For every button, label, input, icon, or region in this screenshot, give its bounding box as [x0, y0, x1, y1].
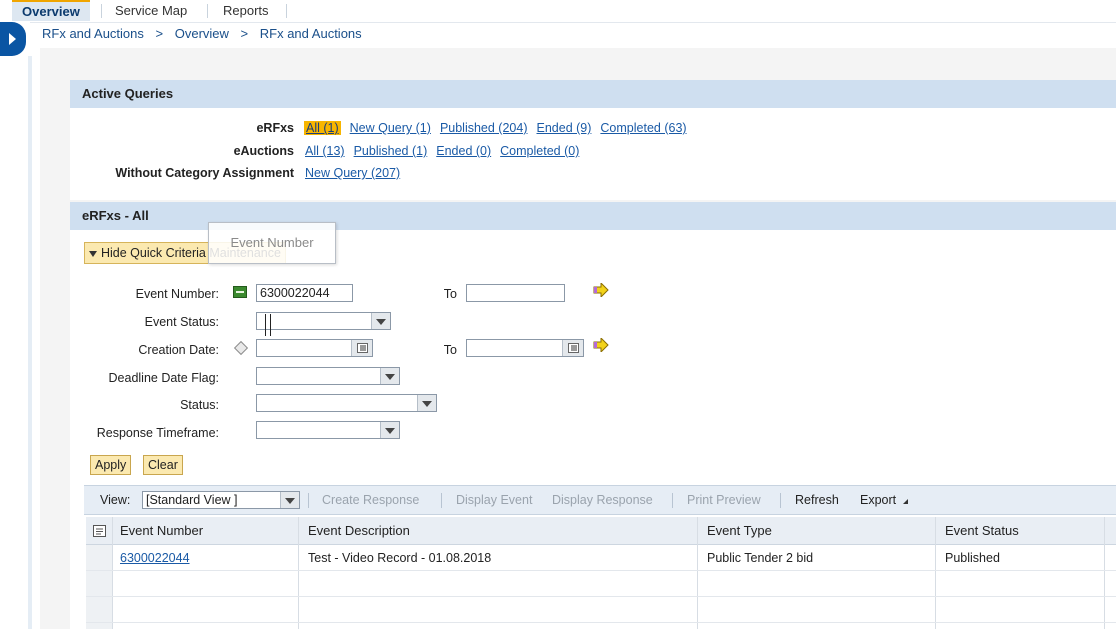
creation-date-to-input[interactable] — [466, 339, 584, 357]
query-link-erfx-completed[interactable]: Completed (63) — [600, 121, 686, 135]
nav-divider — [28, 56, 32, 629]
query-link-without-category-new[interactable]: New Query (207) — [305, 166, 400, 180]
event-number-link[interactable]: 6300022044 — [120, 545, 190, 571]
column-header-event-status[interactable]: Event Status — [945, 517, 1019, 545]
deadline-date-flag-dropdown[interactable] — [256, 367, 400, 385]
tab-overview[interactable]: Overview — [12, 0, 90, 21]
export-label: Export — [860, 493, 897, 507]
query-link-erfx-new[interactable]: New Query (1) — [350, 121, 431, 135]
response-timeframe-dropdown[interactable] — [256, 421, 400, 439]
event-number-input[interactable] — [256, 284, 353, 302]
table-row[interactable] — [86, 597, 1116, 623]
print-preview-button[interactable]: Print Preview — [687, 493, 761, 507]
without-category-query-links: New Query (207) — [305, 166, 400, 180]
erfxs-query-links: All (1) New Query (1) Published (204) En… — [304, 121, 687, 135]
active-queries-header: Active Queries — [70, 80, 1116, 108]
response-timeframe-label: Response Timeframe: — [96, 426, 219, 440]
event-type-cell: Public Tender 2 bid — [707, 551, 814, 565]
event-number-to-input[interactable] — [466, 284, 565, 302]
left-nav-strip — [0, 22, 30, 629]
status-dropdown[interactable] — [256, 394, 437, 412]
creation-date-input[interactable] — [256, 339, 373, 357]
tab-separator — [207, 4, 208, 18]
tooltip: Event Number — [208, 222, 336, 264]
toolbar-separator — [672, 493, 673, 508]
query-link-eauction-ended[interactable]: Ended (0) — [436, 144, 491, 158]
results-toolbar: View: [Standard View ] Create Response D… — [84, 485, 1116, 515]
create-response-button[interactable]: Create Response — [322, 493, 419, 507]
toolbar-separator — [308, 493, 309, 508]
tab-separator — [101, 4, 102, 18]
top-tab-bar: Overview Service Map Reports — [0, 0, 1116, 23]
toolbar-separator — [441, 493, 442, 508]
event-status-label: Event Status: — [144, 315, 219, 329]
apply-button[interactable]: Apply — [90, 455, 132, 475]
equals-operator-icon[interactable] — [233, 286, 247, 298]
eauctions-query-links: All (13) Published (1) Ended (0) Complet… — [305, 144, 579, 158]
calendar-icon[interactable] — [351, 340, 372, 356]
tab-service-map[interactable]: Service Map — [105, 0, 197, 21]
range-arrow-icon[interactable] — [593, 338, 609, 352]
text-cursor-icon — [265, 314, 271, 336]
query-label-erfxs: eRFxs — [256, 121, 294, 135]
display-response-button[interactable]: Display Response — [552, 493, 653, 507]
dropdown-arrow-icon[interactable] — [380, 368, 399, 384]
column-header-event-number[interactable]: Event Number — [120, 517, 203, 545]
clear-button[interactable]: Clear — [143, 455, 183, 475]
status-label: Status: — [180, 398, 219, 412]
query-link-erfx-all[interactable]: All (1) — [304, 121, 341, 135]
breadcrumb-current: RFx and Auctions — [259, 26, 362, 41]
query-label-eauctions: eAuctions — [233, 144, 294, 158]
range-arrow-icon[interactable] — [593, 283, 609, 297]
column-header-event-type[interactable]: Event Type — [707, 517, 772, 545]
calendar-icon[interactable] — [562, 340, 583, 356]
table-header: Event Number Event Description Event Typ… — [86, 517, 1116, 545]
event-description-cell: Test - Video Record - 01.08.2018 — [308, 551, 492, 565]
query-link-erfx-ended[interactable]: Ended (9) — [537, 121, 592, 135]
table-row[interactable] — [86, 571, 1116, 597]
breadcrumb: RFx and Auctions > Overview > RFx and Au… — [42, 26, 370, 41]
dropdown-arrow-icon[interactable] — [371, 313, 390, 329]
creation-date-to-label: To — [443, 343, 457, 357]
query-link-eauction-all[interactable]: All (13) — [305, 144, 345, 158]
breadcrumb-separator: > — [240, 26, 249, 41]
query-link-eauction-completed[interactable]: Completed (0) — [500, 144, 579, 158]
creation-date-label: Creation Date: — [138, 343, 219, 357]
view-select[interactable]: [Standard View ] — [142, 491, 300, 509]
toolbar-separator — [780, 493, 781, 508]
tab-separator — [286, 4, 287, 18]
deadline-date-flag-label: Deadline Date Flag: — [108, 371, 219, 385]
dropdown-arrow-icon[interactable] — [380, 422, 399, 438]
query-link-eauction-published[interactable]: Published (1) — [354, 144, 428, 158]
dropdown-arrow-icon[interactable] — [280, 492, 299, 508]
breadcrumb-separator: > — [155, 26, 164, 41]
refresh-button[interactable]: Refresh — [795, 493, 839, 507]
query-label-without-category: Without Category Assignment — [115, 166, 294, 180]
event-number-label: Event Number: — [135, 287, 219, 301]
display-event-button[interactable]: Display Event — [456, 493, 532, 507]
expand-arrow-icon — [9, 33, 16, 45]
query-link-erfx-published[interactable]: Published (204) — [440, 121, 528, 135]
view-select-value: [Standard View ] — [146, 493, 238, 507]
export-menu-icon — [902, 499, 908, 504]
tab-reports[interactable]: Reports — [213, 0, 279, 21]
event-number-to-label: To — [443, 287, 457, 301]
view-label: View: — [100, 493, 131, 507]
dropdown-arrow-icon[interactable] — [417, 395, 436, 411]
breadcrumb-link-rfx-auctions[interactable]: RFx and Auctions — [42, 26, 144, 41]
event-status-dropdown[interactable] — [256, 312, 391, 330]
table-row[interactable]: 6300022044 Test - Video Record - 01.08.2… — [86, 545, 1116, 571]
export-button[interactable]: Export — [860, 493, 908, 507]
column-header-event-description[interactable]: Event Description — [308, 517, 410, 545]
table-settings-icon[interactable] — [93, 525, 106, 537]
event-status-cell: Published — [945, 551, 1000, 565]
collapse-triangle-icon — [89, 250, 97, 257]
breadcrumb-link-overview[interactable]: Overview — [175, 26, 229, 41]
